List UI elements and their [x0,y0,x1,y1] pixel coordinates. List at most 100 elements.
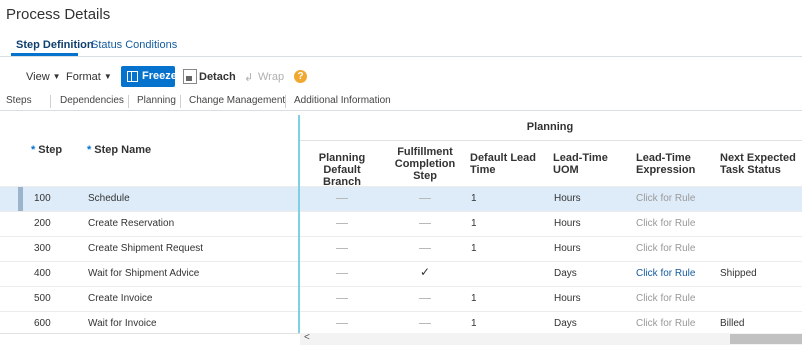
header-step-label: Step [38,144,63,156]
header-step-name-label: Step Name [94,144,152,156]
header-line: Next Expected [720,152,796,164]
cell-default-lead-time: 1 [471,193,477,204]
header-lead-time-expression[interactable]: Lead-Time Expression [636,152,695,176]
format-menu[interactable]: Format ▼ [66,71,112,83]
chevron-down-icon: ▼ [103,72,112,81]
click-for-rule-link[interactable]: Click for Rule [636,268,695,279]
cell-next-expected-task-status: Shipped [720,268,757,279]
help-icon[interactable]: ? [294,70,307,83]
empty-value-dash [336,198,348,199]
header-line: Expression [636,164,696,176]
header-step-name[interactable]: * Step Name [87,144,151,156]
tab-bar: Step Definition Status Conditions [0,34,802,57]
colgroup-dependencies[interactable]: Dependencies [60,95,124,106]
table-bottom-rule [0,333,300,334]
header-line: Lead-Time [636,152,691,164]
row-selector[interactable] [18,262,23,286]
table-row[interactable]: 200 Create Reservation 1 Hours Click for Rul… [0,211,802,236]
header-line: Lead-Time [553,152,608,164]
cell-next-expected-task-status: Billed [720,318,745,329]
tab-status-conditions[interactable]: Status Conditions [91,39,177,51]
header-lead-time-uom[interactable]: Lead-Time UOM [553,152,608,176]
required-marker: * [31,144,36,156]
table-toolbar: View ▼ Format ▼ Freeze Detach ↲ Wrap ? [0,64,802,90]
header-line: Fulfillment [397,146,453,158]
chevron-down-icon: ▼ [52,72,61,81]
cell-lead-time-uom: Hours [554,218,581,229]
check-icon: ✓ [420,265,431,279]
click-for-rule-link[interactable]: Click for Rule [636,218,695,229]
detach-button[interactable]: Detach [199,71,236,83]
colgroup-additional-information[interactable]: Additional Information [294,95,391,106]
cell-lead-time-uom: Hours [554,293,581,304]
cell-step-name: Create Reservation [88,218,175,229]
header-step[interactable]: * Step [31,144,62,156]
empty-value-dash [336,298,348,299]
cell-lead-time-uom: Hours [554,243,581,254]
cell-default-lead-time: 1 [471,318,477,329]
view-menu-label: View [26,71,50,83]
cell-step-name: Create Shipment Request [88,243,204,254]
scroll-left-icon[interactable]: < [304,332,310,343]
header-line: Completion [394,158,456,170]
colgroup-separator [128,95,129,108]
wrap-icon: ↲ [244,72,254,84]
cell-default-lead-time: 1 [471,293,477,304]
header-line: Planning [318,152,366,164]
row-selector[interactable] [18,212,23,236]
empty-value-dash [419,198,431,199]
horizontal-scrollbar[interactable]: < [300,332,802,345]
cell-step-name: Wait for Invoice [88,318,157,329]
format-menu-label: Format [66,71,101,83]
colgroup-separator [285,95,286,108]
cell-step: 200 [34,218,51,229]
cell-step-name: Schedule [88,193,130,204]
cell-step: 400 [34,268,51,279]
click-for-rule-link[interactable]: Click for Rule [636,193,695,204]
steps-table: Planning * Step * Step Name Planning Defau… [0,115,802,347]
header-next-expected-task-status[interactable]: Next Expected Task Status [720,152,796,176]
empty-value-dash [336,323,348,324]
colgroup-steps[interactable]: Steps [6,95,32,106]
colgroup-separator [50,95,51,108]
colgroup-planning[interactable]: Planning [137,95,176,106]
table-row[interactable]: 400 Wait for Shipment Advice ✓ Days Click fo… [0,261,802,286]
row-selector[interactable] [18,187,23,211]
header-planning-default-branch[interactable]: Planning Default Branch [306,152,378,189]
click-for-rule-link[interactable]: Click for Rule [636,243,695,254]
cell-step-name: Wait for Shipment Advice [88,268,200,279]
row-selector[interactable] [18,237,23,261]
active-tab-indicator [11,53,78,56]
empty-value-dash [336,248,348,249]
header-fulfillment-completion-step[interactable]: Fulfillment Completion Step [388,146,462,182]
header-line: Task Status [720,164,781,176]
cell-step: 500 [34,293,51,304]
empty-value-dash [419,298,431,299]
cell-step: 300 [34,243,51,254]
click-for-rule-link[interactable]: Click for Rule [636,318,695,329]
row-selector[interactable] [18,287,23,311]
cell-lead-time-uom: Days [554,268,577,279]
header-default-lead-time[interactable]: Default Lead Time [470,152,536,176]
table-row[interactable]: 100 Schedule 1 Hours Click for Rule [0,186,802,211]
empty-value-dash [336,223,348,224]
cell-default-lead-time: 1 [471,243,477,254]
tab-step-definition[interactable]: Step Definition [16,39,94,51]
empty-value-dash [336,273,348,274]
table-row[interactable]: 500 Create Invoice 1 Hours Click for Rule [0,286,802,311]
empty-value-dash [419,248,431,249]
required-marker: * [87,144,92,156]
table-row[interactable]: 300 Create Shipment Request 1 Hours Click fo… [0,236,802,261]
view-menu[interactable]: View ▼ [26,71,61,83]
cell-lead-time-uom: Hours [554,193,581,204]
empty-value-dash [419,223,431,224]
freeze-button[interactable]: Freeze [121,66,177,87]
detach-icon[interactable] [183,69,197,84]
cell-step: 100 [34,193,51,204]
header-line: Time [470,164,496,176]
colgroup-change-management[interactable]: Change Management [189,95,285,106]
column-group-links: Steps Dependencies Planning Change Manag… [0,93,802,111]
click-for-rule-link[interactable]: Click for Rule [636,293,695,304]
empty-value-dash [419,323,431,324]
scrollbar-thumb[interactable] [730,334,802,344]
